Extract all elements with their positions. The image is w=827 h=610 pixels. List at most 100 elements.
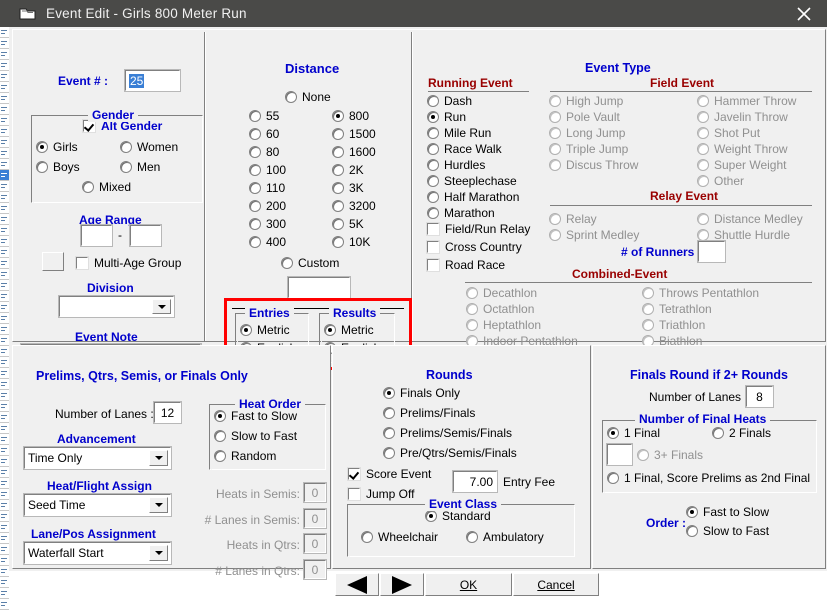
distance-custom-radio[interactable]: Custom: [281, 256, 339, 270]
heats-in-semis-input[interactable]: 0: [303, 482, 327, 503]
field-long-jump-radio[interactable]: Long Jump: [549, 126, 625, 140]
gender-girls-radio[interactable]: Girls: [36, 140, 78, 154]
combined-tetrathlon-radio[interactable]: Tetrathlon: [642, 302, 712, 316]
final-heats-1-final-radio[interactable]: 1 Final: [607, 426, 660, 440]
prev-record-button[interactable]: [335, 573, 379, 596]
lane-pos-assignment-combobox[interactable]: Waterfall Start: [23, 541, 172, 565]
chevron-down-icon[interactable]: [149, 545, 168, 561]
heat-order-random-radio[interactable]: Random: [214, 449, 276, 463]
entries-metric-radio[interactable]: Metric: [240, 323, 290, 337]
final-heats-2-finals-radio[interactable]: 2 Finals: [712, 426, 771, 440]
field-shot-put-radio[interactable]: Shot Put: [697, 126, 760, 140]
final-heats-score-prelims-radio[interactable]: 1 Final, Score Prelims as 2nd Final: [607, 471, 810, 485]
rounds-pre-qtrs-semis-finals-radio[interactable]: Pre/Qtrs/Semis/Finals: [383, 446, 517, 460]
division-combobox[interactable]: [58, 295, 175, 318]
gender-mixed-radio[interactable]: Mixed: [82, 180, 131, 194]
distance-1500-radio[interactable]: 1500: [332, 127, 376, 141]
running-marathon-radio[interactable]: Marathon: [427, 206, 495, 220]
field-discus-throw-radio[interactable]: Discus Throw: [549, 158, 638, 172]
gender-boys-radio[interactable]: Boys: [36, 160, 80, 174]
running-steeplechase-radio[interactable]: Steeplechase: [427, 174, 517, 188]
running-road-race-checkbox[interactable]: Road Race: [426, 258, 505, 272]
distance-none-radio[interactable]: None: [285, 90, 331, 104]
running-mile-run-radio[interactable]: Mile Run: [427, 126, 491, 140]
ok-button[interactable]: OK: [425, 573, 512, 596]
field-pole-vault-radio[interactable]: Pole Vault: [549, 110, 620, 124]
lanes-in-qtrs-input[interactable]: 0: [303, 559, 327, 580]
field-triple-jump-radio[interactable]: Triple Jump: [549, 142, 628, 156]
heat-order-fast-to-slow-radio[interactable]: Fast to Slow: [214, 409, 297, 423]
combined-triathlon-radio[interactable]: Triathlon: [642, 318, 705, 332]
combined-heptathlon-radio[interactable]: Heptathlon: [466, 318, 541, 332]
chevron-down-icon[interactable]: [152, 299, 171, 314]
combined-octathlon-radio[interactable]: Octathlon: [466, 302, 534, 316]
running-cross-country-checkbox[interactable]: Cross Country: [426, 240, 522, 254]
distance-200-radio[interactable]: 200: [249, 199, 286, 213]
combined-decathlon-radio[interactable]: Decathlon: [466, 286, 537, 300]
running-half-marathon-radio[interactable]: Half Marathon: [427, 190, 519, 204]
combined-throws-pentathlon-radio[interactable]: Throws Pentathlon: [642, 286, 759, 300]
finals-lanes-input[interactable]: 8: [745, 385, 774, 408]
distance-100-radio[interactable]: 100: [249, 163, 286, 177]
gender-women-radio[interactable]: Women: [120, 140, 178, 154]
heat-flight-assign-combobox[interactable]: Seed Time: [23, 493, 172, 517]
distance-3200-radio[interactable]: 3200: [332, 199, 376, 213]
distance-5k-radio[interactable]: 5K: [332, 217, 364, 231]
distance-60-radio[interactable]: 60: [249, 127, 279, 141]
relay-relay-radio[interactable]: Relay: [549, 212, 597, 226]
relay-distance-medley-radio[interactable]: Distance Medley: [697, 212, 803, 226]
cancel-button[interactable]: Cancel: [513, 573, 599, 596]
advancement-combobox[interactable]: Time Only: [23, 446, 172, 470]
distance-80-radio[interactable]: 80: [249, 145, 279, 159]
gender-men-radio[interactable]: Men: [120, 160, 160, 174]
age-range-from-input[interactable]: [80, 224, 113, 247]
distance-800-radio[interactable]: 800: [332, 109, 369, 123]
event-class-standard-radio[interactable]: Standard: [425, 509, 491, 523]
distance-3k-radio[interactable]: 3K: [332, 181, 364, 195]
event-class-wheelchair-radio[interactable]: Wheelchair: [361, 530, 438, 544]
running-field-run-relay-checkbox[interactable]: Field/Run Relay: [426, 222, 530, 236]
distance-custom-input[interactable]: [287, 276, 351, 299]
score-event-checkbox[interactable]: Score Event: [347, 467, 431, 481]
finals-order-slow-to-fast-radio[interactable]: Slow to Fast: [686, 524, 769, 538]
distance-300-radio[interactable]: 300: [249, 217, 286, 231]
runners-input[interactable]: [697, 240, 726, 263]
distance-2k-radio[interactable]: 2K: [332, 163, 364, 177]
event-number-input[interactable]: 25: [124, 69, 181, 92]
chevron-down-icon[interactable]: [149, 497, 168, 513]
heat-order-slow-to-fast-radio[interactable]: Slow to Fast: [214, 429, 297, 443]
running-race-walk-radio[interactable]: Race Walk: [427, 142, 502, 156]
field-weight-throw-radio[interactable]: Weight Throw: [697, 142, 788, 156]
field-high-jump-radio[interactable]: High Jump: [549, 94, 623, 108]
distance-55-radio[interactable]: 55: [249, 109, 279, 123]
distance-110-radio[interactable]: 110: [249, 181, 285, 195]
running-run-radio[interactable]: Run: [427, 110, 466, 124]
field-other-radio[interactable]: Other: [697, 174, 744, 188]
chevron-down-icon[interactable]: [149, 450, 168, 466]
age-range-side-button[interactable]: [42, 252, 64, 271]
results-metric-radio[interactable]: Metric: [324, 323, 374, 337]
heats-in-qtrs-input[interactable]: 0: [303, 533, 327, 554]
rounds-prelims-semis-finals-radio[interactable]: Prelims/Semis/Finals: [383, 426, 512, 440]
finals-order-fast-to-slow-radio[interactable]: Fast to Slow: [686, 505, 769, 519]
lanes-in-semis-input[interactable]: 0: [303, 508, 327, 529]
next-record-button[interactable]: [380, 573, 424, 596]
final-heats-3-plus-radio[interactable]: 3+ Finals: [637, 448, 703, 462]
distance-400-radio[interactable]: 400: [249, 235, 286, 249]
running-hurdles-radio[interactable]: Hurdles: [427, 158, 485, 172]
event-class-ambulatory-radio[interactable]: Ambulatory: [466, 530, 544, 544]
field-javelin-throw-radio[interactable]: Javelin Throw: [697, 110, 788, 124]
relay-sprint-medley-radio[interactable]: Sprint Medley: [549, 228, 639, 242]
relay-shuttle-hurdle-radio[interactable]: Shuttle Hurdle: [697, 228, 790, 242]
distance-1600-radio[interactable]: 1600: [332, 145, 376, 159]
rounds-finals-only-radio[interactable]: Finals Only: [383, 386, 460, 400]
age-range-to-input[interactable]: [129, 224, 162, 247]
close-icon[interactable]: [781, 0, 827, 27]
prelims-lanes-input[interactable]: 12: [153, 401, 182, 424]
final-heats-count-input[interactable]: [606, 443, 633, 466]
field-super-weight-radio[interactable]: Super Weight: [697, 158, 787, 172]
running-dash-radio[interactable]: Dash: [427, 94, 472, 108]
field-hammer-throw-radio[interactable]: Hammer Throw: [697, 94, 796, 108]
entry-fee-input[interactable]: 7.00: [452, 470, 498, 493]
distance-10k-radio[interactable]: 10K: [332, 235, 370, 249]
